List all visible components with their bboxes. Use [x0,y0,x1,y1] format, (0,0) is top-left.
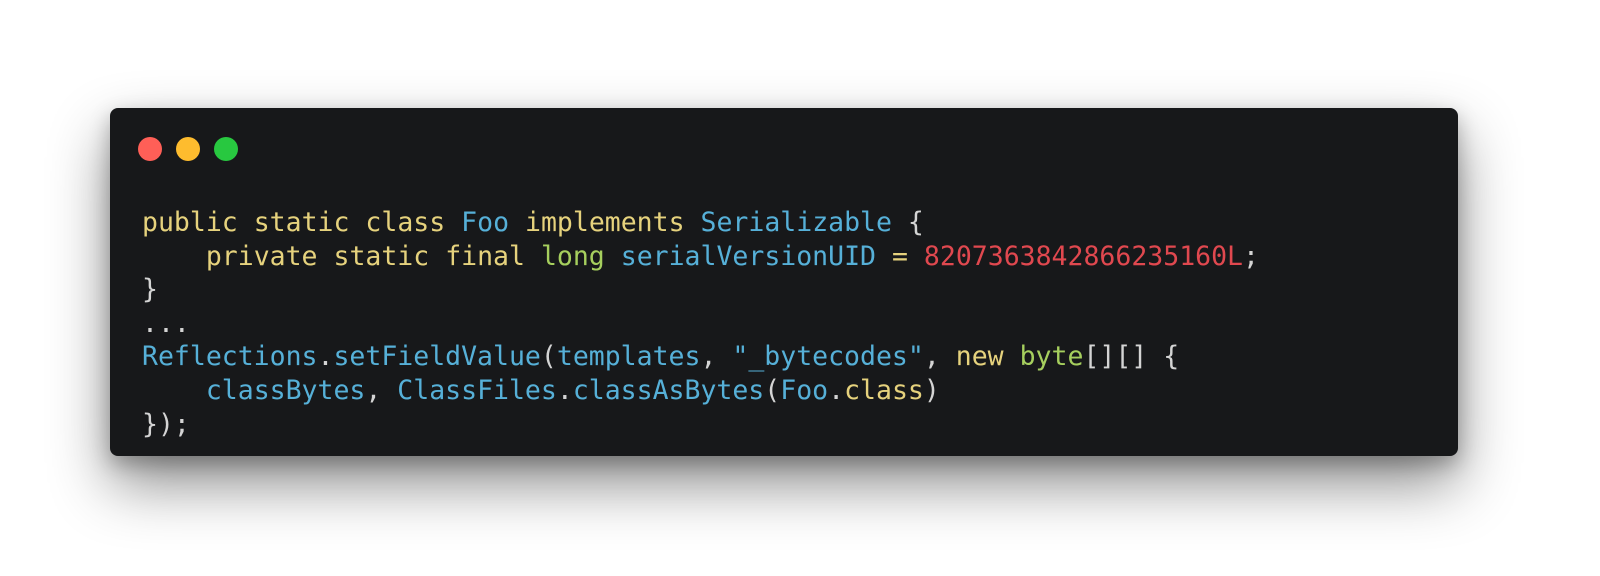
code-line: public static class Foo implements Seria… [142,206,1259,240]
code-token-type-name: classBytes [205,374,366,406]
code-token-plain: . [317,341,334,373]
code-token-plain: { [891,207,924,238]
code-token-primitive: byte [1019,341,1084,373]
code-token-type-name: Serializable [700,207,892,238]
code-token-keyword: final [445,240,525,272]
window-controls [138,137,238,161]
code-token-plain: [][] { [1083,341,1180,373]
code-line: classBytes, ClassFiles.classAsBytes(Foo.… [142,374,1259,408]
maximize-button[interactable] [214,137,238,161]
code-token-type-name: ClassFiles [397,374,557,406]
code-token-keyword: static [333,240,430,272]
code-token-type-name: classAsBytes [572,374,765,406]
code-token-plain: ; [1243,240,1259,272]
code-token-keyword: public [142,207,238,238]
code-token-plain: . [828,374,845,406]
code-token-plain: ) [923,374,940,406]
code-token-type-name: templates [556,341,701,373]
code-token-plain: } [142,274,158,306]
code-token-keyword: class [844,374,924,406]
code-token-plain: }); [142,408,190,440]
code-token-type-name: setFieldValue [333,341,541,373]
code-token-plain: ( [764,374,781,406]
code-token-keyword: class [365,207,446,238]
code-token-plain: , [923,341,956,373]
code-token-keyword: new [955,341,1004,373]
code-token-primitive: long [540,240,605,272]
code-line: }); [142,408,1259,442]
code-token-keyword: private [205,240,318,272]
code-line: private static final long serialVersionU… [142,240,1259,274]
code-token-number: 8207363842866235160L [923,240,1244,272]
code-line: } [142,273,1259,307]
code-line: Reflections.setFieldValue(templates, "_b… [142,340,1259,374]
code-token-keyword: = [891,240,908,272]
code-token-keyword: static [253,207,350,238]
minimize-button[interactable] [176,137,200,161]
code-window: public static class Foo implements Seria… [110,108,1458,456]
code-block: public static class Foo implements Seria… [142,206,1259,441]
code-token-plain: , [365,374,398,406]
code-token-plain: ( [540,341,557,373]
code-token-string: "_bytecodes" [732,341,924,373]
code-token-plain: ... [142,307,190,339]
code-line: ... [142,307,1259,341]
code-token-type-name: Foo [461,207,510,238]
code-token-type-name: Foo [780,374,829,406]
code-token-type-name: Reflections [142,341,318,373]
code-token-plain: , [700,341,733,373]
code-token-keyword: implements [525,207,685,238]
close-button[interactable] [138,137,162,161]
page-background: public static class Foo implements Seria… [0,0,1600,576]
code-token-type-name: serialVersionUID [620,240,877,272]
code-token-plain: . [556,374,573,406]
